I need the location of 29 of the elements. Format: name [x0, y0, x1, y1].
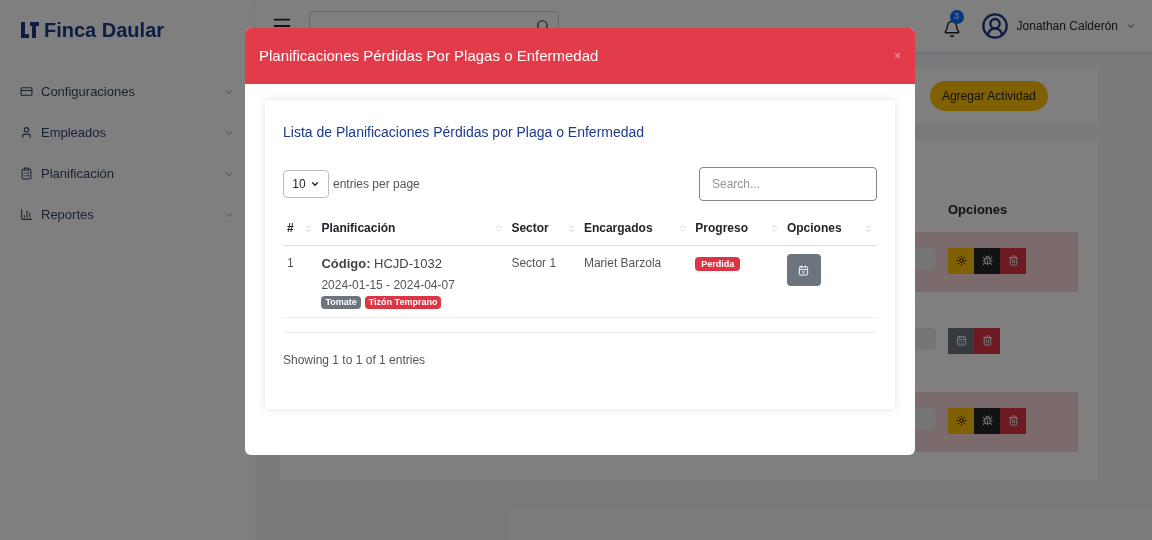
plan-dates: 2024-01-15 - 2024-04-07: [321, 276, 456, 294]
column-header[interactable]: Encargados: [579, 211, 692, 246]
sidebar-item[interactable]: Configuraciones: [20, 80, 235, 103]
add-activity-button[interactable]: Agregar Actividad: [929, 81, 1048, 111]
tag: Tizón Temprano: [364, 295, 442, 309]
modal-title: Planificaciones Pérdidas Por Plagas o Enfermedad: [259, 45, 599, 66]
sidebar-item[interactable]: Empleados: [20, 121, 235, 144]
column-header[interactable]: Opciones: [782, 211, 877, 246]
plan-code: Código: HCJD-1032: [321, 255, 443, 273]
status-badge: Perdida: [695, 257, 741, 271]
page-size-select[interactable]: 10: [283, 170, 329, 198]
table-info: Showing 1 to 1 of 1 entries: [283, 353, 426, 367]
sidebar-item[interactable]: Reportes: [20, 203, 235, 226]
card-title: Lista de Planificaciones Pérdidas por Plaga o Enfermedad: [283, 123, 646, 142]
brand-name: Finca Daular: [44, 18, 165, 43]
table-cell: 1: [283, 245, 318, 318]
column-header: Opciones: [948, 201, 1009, 219]
column-header[interactable]: Progreso: [691, 211, 783, 246]
sidebar-item[interactable]: Planificación: [20, 162, 235, 185]
user-name[interactable]: Jonathan Calderón: [1016, 17, 1118, 35]
column-header[interactable]: Sector: [507, 211, 580, 246]
tag: Tomate: [321, 295, 361, 309]
notification-badge: 3: [949, 10, 964, 24]
table-cell: Sector 1: [507, 245, 580, 318]
table-cell: Mariet Barzola: [579, 245, 692, 318]
column-header[interactable]: Planificación: [317, 211, 508, 246]
page-size-label: entries per page: [333, 176, 420, 193]
column-header[interactable]: #: [283, 211, 318, 246]
search-field[interactable]: Search...: [699, 167, 877, 201]
